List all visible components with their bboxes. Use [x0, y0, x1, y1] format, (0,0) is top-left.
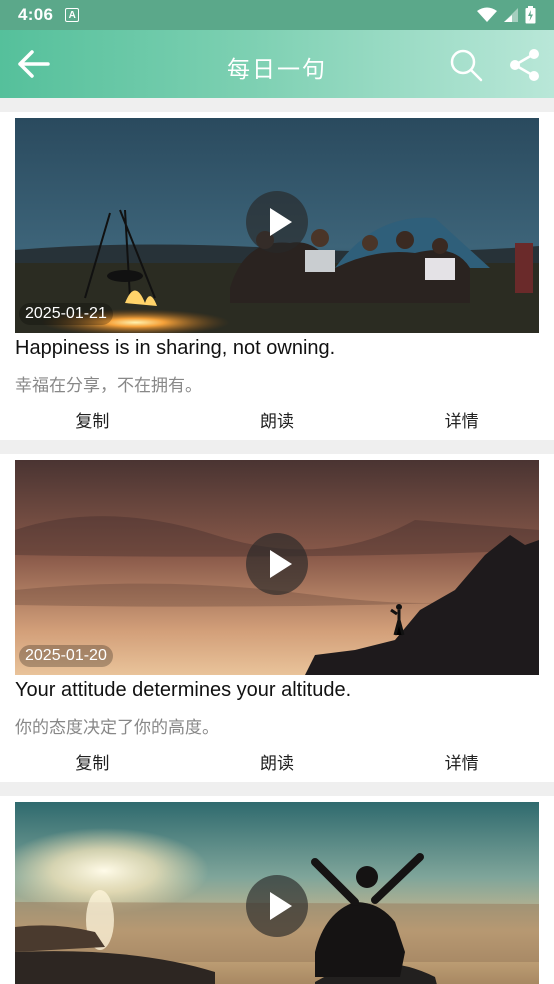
quote-date: 2025-01-21: [19, 303, 113, 325]
battery-icon: [525, 6, 536, 24]
quote-date: 2025-01-20: [19, 645, 113, 667]
search-icon[interactable]: [448, 47, 484, 83]
quote-english: Happiness is in sharing, not owning.: [15, 337, 336, 359]
detail-button[interactable]: 详情: [369, 402, 554, 442]
copy-button[interactable]: 复制: [0, 744, 185, 784]
share-icon[interactable]: [508, 48, 542, 82]
quote-card: [0, 796, 554, 984]
quote-photo[interactable]: 2025-01-21: [15, 118, 539, 333]
quote-chinese: 你的态度决定了你的高度。: [15, 718, 219, 737]
play-video-button[interactable]: [246, 191, 308, 253]
play-video-button[interactable]: [246, 875, 308, 937]
read-aloud-button[interactable]: 朗读: [185, 402, 370, 442]
quote-english: Your attitude determines your altitude.: [15, 679, 352, 701]
accessibility-a-icon: A: [65, 8, 80, 22]
quote-actions: 复制 朗读 详情: [0, 402, 554, 442]
copy-button[interactable]: 复制: [0, 402, 185, 442]
read-aloud-button[interactable]: 朗读: [185, 744, 370, 784]
play-video-button[interactable]: [246, 533, 308, 595]
app-bar: 每日一句: [0, 30, 554, 98]
signal-icon: [504, 8, 518, 22]
quote-card: 2025-01-21 Happiness is in sharing, not …: [0, 112, 554, 440]
quote-photo[interactable]: [15, 802, 539, 984]
quote-card: 2025-01-20 Your attitude determines your…: [0, 454, 554, 782]
quote-chinese: 幸福在分享，不在拥有。: [15, 376, 202, 395]
detail-button[interactable]: 详情: [369, 744, 554, 784]
quote-actions: 复制 朗读 详情: [0, 744, 554, 784]
quote-photo[interactable]: 2025-01-20: [15, 460, 539, 675]
status-bar: 4:06 A: [0, 0, 554, 30]
wifi-icon: [477, 7, 497, 22]
status-time: 4:06: [18, 5, 54, 24]
